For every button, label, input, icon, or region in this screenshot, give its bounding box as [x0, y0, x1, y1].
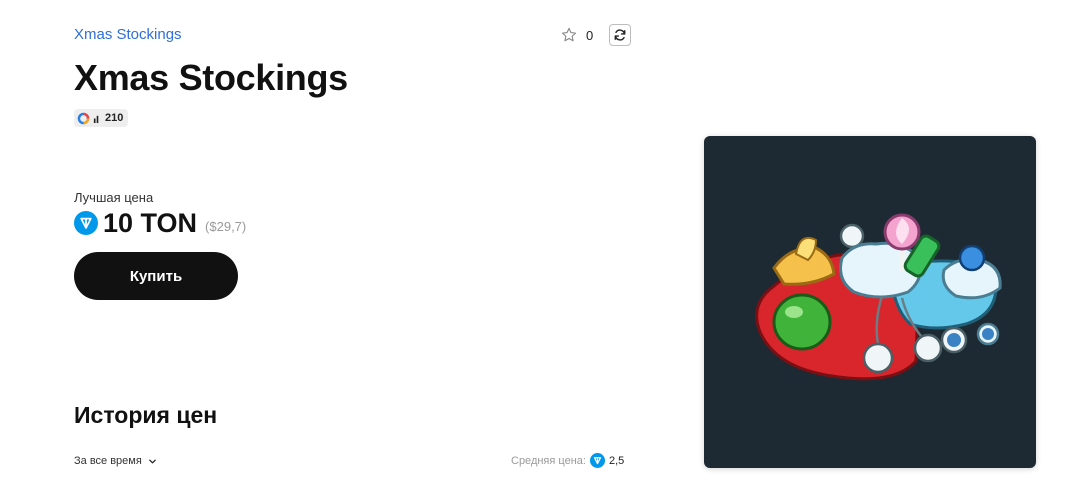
gift-image [704, 136, 1036, 468]
best-price: 10 TON ($29,7) [74, 207, 246, 239]
stat-badge: 210 [74, 109, 129, 127]
ton-icon [589, 453, 605, 468]
favorite-count: 0 [586, 27, 594, 43]
average-price-label: Средняя цена: [511, 454, 586, 467]
price-history-title: История цен [74, 402, 218, 428]
stockings-illustration [755, 213, 1002, 381]
stat-value: 210 [105, 112, 124, 124]
star-icon [561, 27, 577, 42]
bars-icon [93, 115, 99, 123]
average-price-value: 2,5 [608, 454, 625, 467]
page-title: Xmas Stockings [74, 57, 348, 98]
refresh-button[interactable] [609, 24, 632, 46]
best-price-label: Лучшая цена [74, 190, 154, 205]
price-amount: 10 TON [103, 208, 198, 238]
price-usd: ($29,7) [205, 218, 247, 234]
top-actions: 0 [560, 24, 632, 46]
average-price: Средняя цена: 2,5 [511, 453, 624, 468]
favorite-button[interactable]: 0 [560, 26, 593, 44]
ring-icon [77, 112, 90, 124]
breadcrumb-collection-link[interactable]: Xmas Stockings [74, 26, 182, 43]
period-label: За все время [74, 455, 142, 467]
period-select[interactable]: За все время [74, 455, 157, 467]
ton-icon [74, 211, 98, 235]
buy-button[interactable]: Купить [74, 252, 238, 300]
chevron-down-icon [148, 459, 156, 463]
refresh-icon [614, 29, 626, 41]
